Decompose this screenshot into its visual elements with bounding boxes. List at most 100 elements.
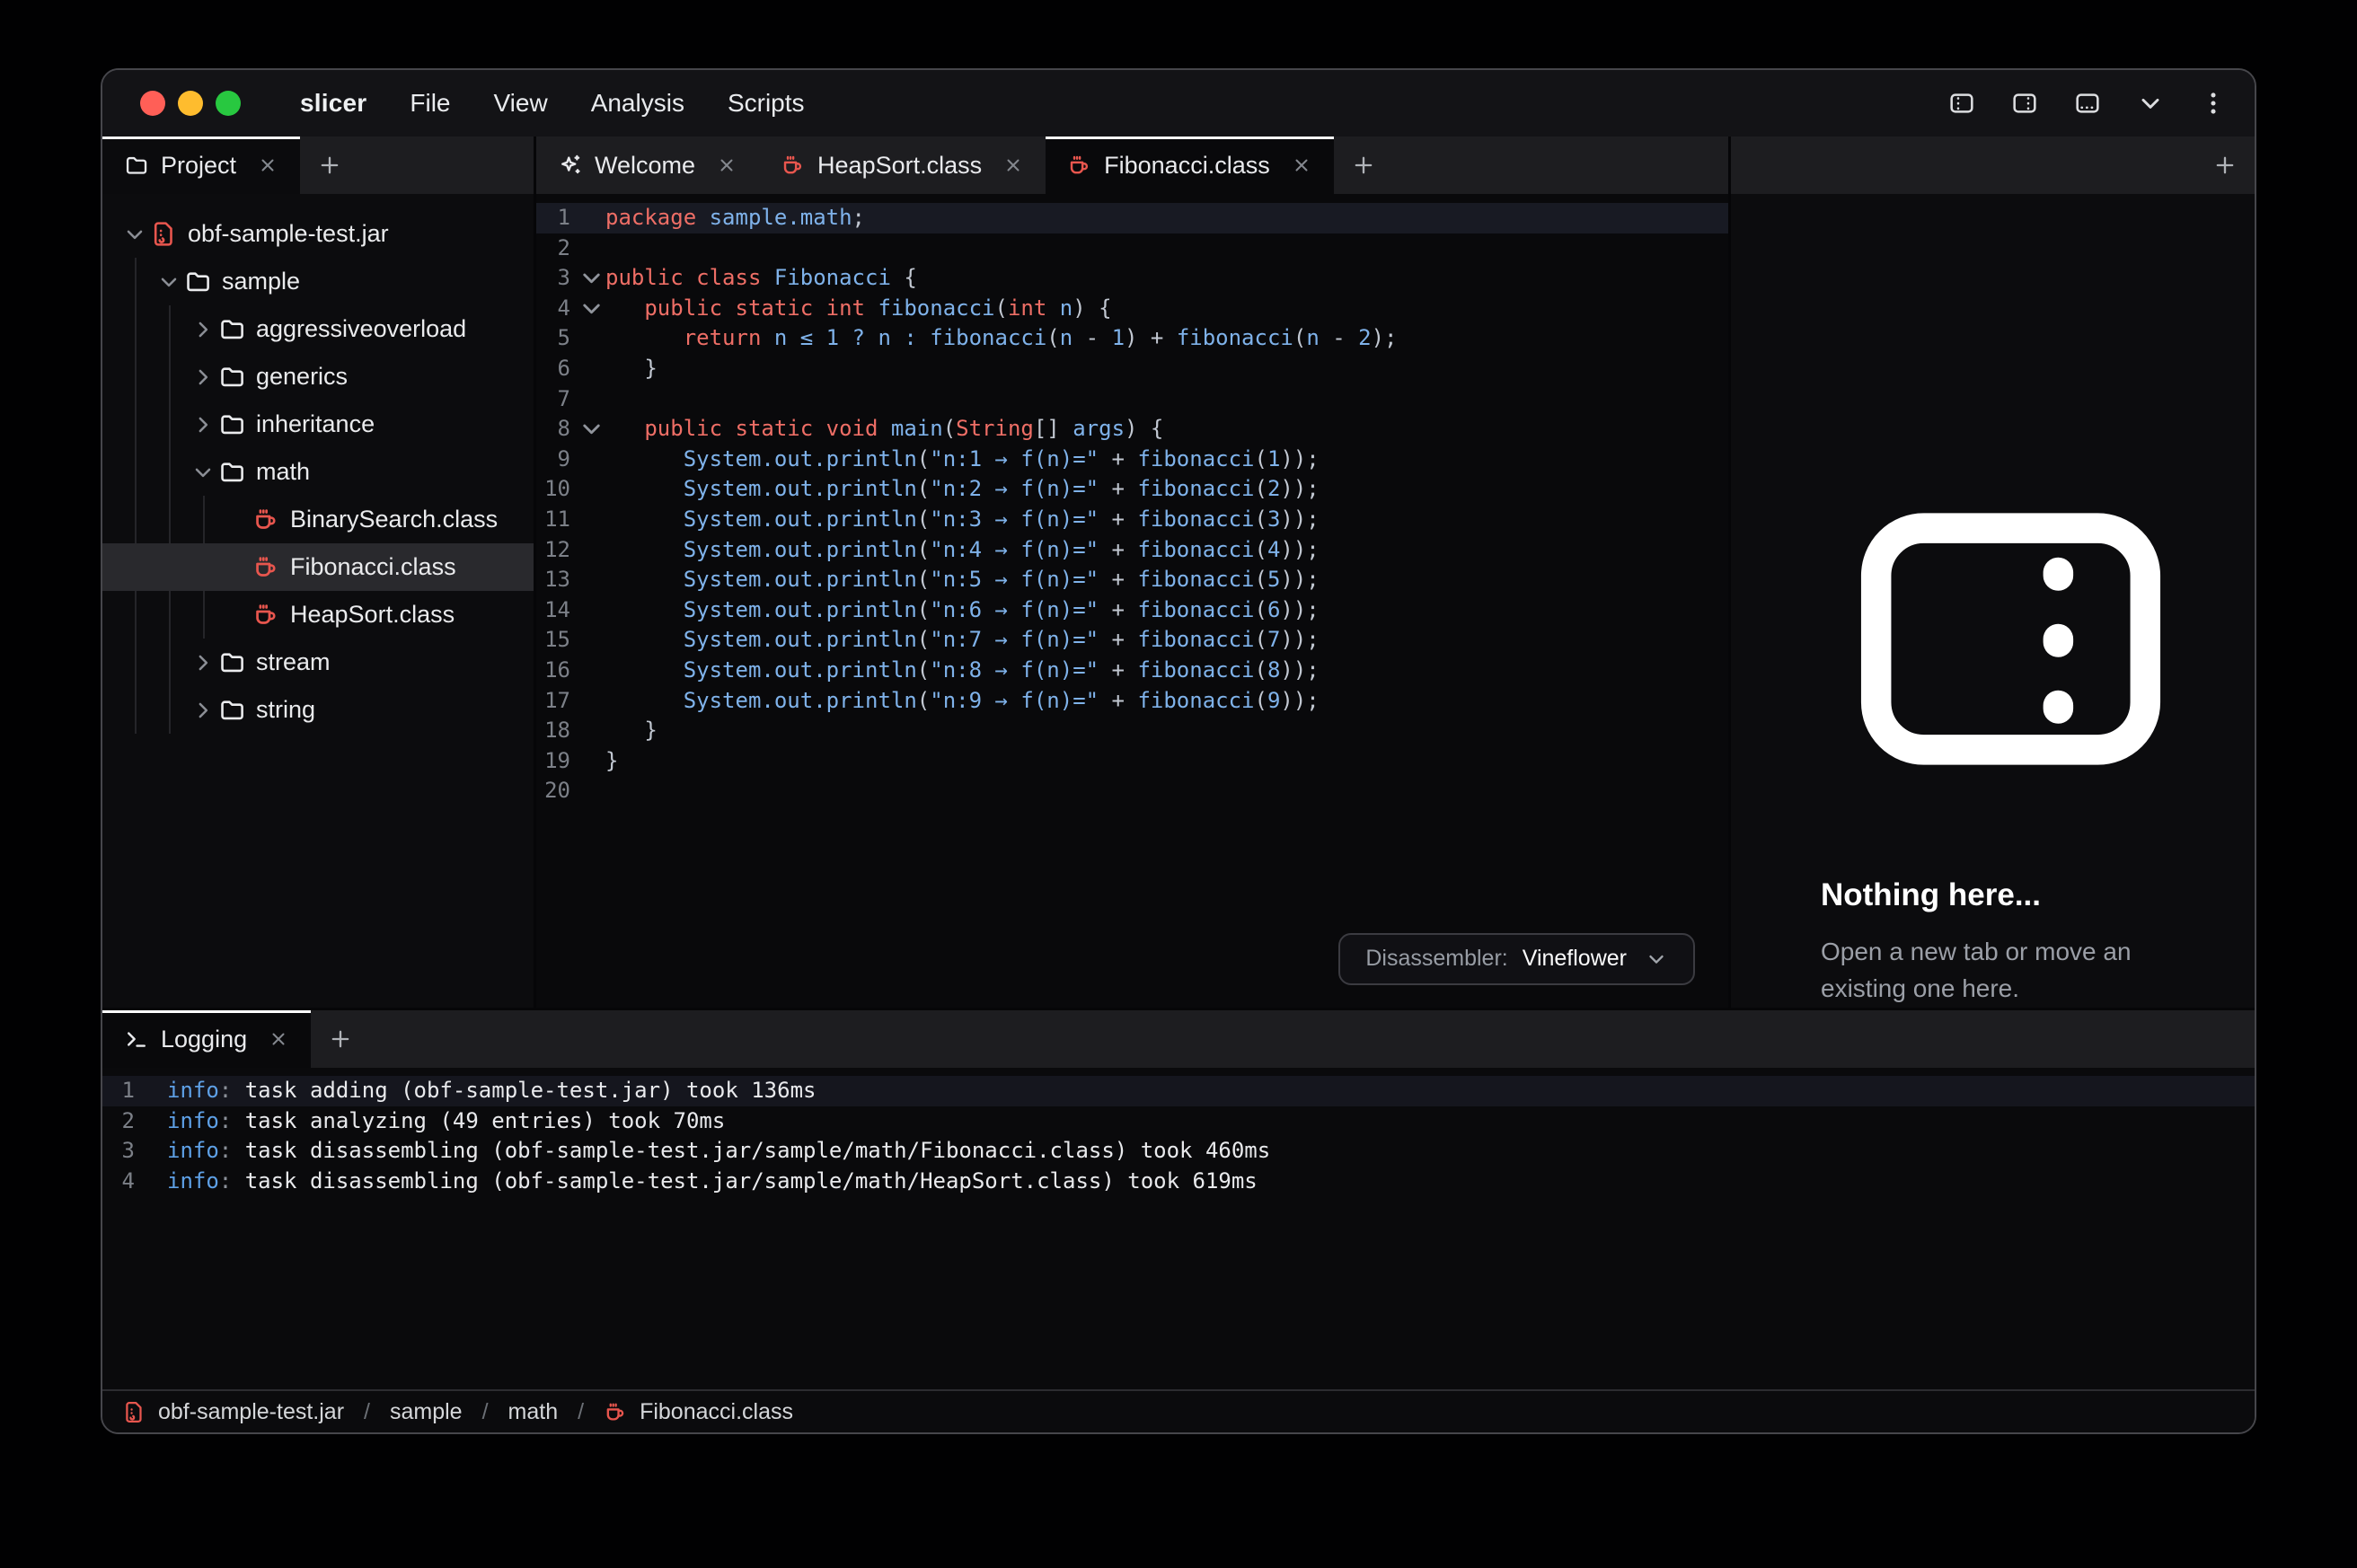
tree-item-label: aggressiveoverload [256, 315, 466, 343]
tab-logging[interactable]: Logging [102, 1010, 311, 1068]
new-tab-button[interactable] [1334, 137, 1393, 194]
breadcrumb-item-math[interactable]: math [508, 1399, 559, 1425]
code-token: + [1099, 627, 1137, 652]
plus-icon [317, 153, 342, 178]
tree-item-stream[interactable]: stream [102, 639, 534, 686]
panel-right-icon[interactable] [2010, 89, 2039, 118]
code-line: 14 System.out.println("n:6 → f(n)=" + fi… [536, 595, 1728, 626]
tree-item-heapsort-class[interactable]: HeapSort.class [102, 591, 534, 639]
close-icon[interactable] [257, 154, 278, 176]
log-output: 1info: task adding (obf-sample-test.jar)… [102, 1068, 2255, 1389]
close-icon[interactable] [1291, 154, 1312, 176]
line-number: 2 [536, 233, 570, 264]
menu-scripts[interactable]: Scripts [728, 89, 805, 118]
line-number: 4 [536, 294, 570, 324]
panel-bottom-icon[interactable] [2073, 89, 2102, 118]
close-icon[interactable] [268, 1028, 289, 1050]
chevron-right-icon[interactable] [190, 650, 216, 675]
breadcrumb-label: Fibonacci.class [640, 1399, 793, 1425]
code-token: String [956, 416, 1034, 441]
code-token [605, 446, 684, 471]
tree-item-inheritance[interactable]: inheritance [102, 401, 534, 448]
tree-item-math[interactable]: math [102, 448, 534, 496]
log-separator: : [219, 1106, 245, 1137]
breadcrumb: obf-sample-test.jar/sample/math/Fibonacc… [102, 1389, 2255, 1432]
tab-label: Logging [161, 1026, 247, 1053]
code-text: System.out.println("n:8 → f(n)=" + fibon… [605, 656, 1320, 686]
disassembler-select[interactable]: Disassembler: Vineflower [1338, 933, 1695, 985]
fold-chevron-icon[interactable] [570, 263, 605, 294]
tab-fibonacci-class[interactable]: Fibonacci.class [1046, 137, 1334, 194]
log-message: task adding (obf-sample-test.jar) took 1… [245, 1076, 817, 1106]
breadcrumb-item-sample[interactable]: sample [390, 1399, 463, 1425]
chevron-down-icon[interactable] [190, 460, 216, 485]
fold-spacer [570, 625, 605, 656]
tree-item-fibonacci-class[interactable]: Fibonacci.class [102, 543, 534, 591]
tree-item-obf-sample-test-jar[interactable]: obf-sample-test.jar [102, 210, 534, 258]
code-token [605, 627, 684, 652]
fold-chevron-icon[interactable] [570, 414, 605, 445]
chevron-right-icon[interactable] [190, 412, 216, 437]
tab-project[interactable]: Project [102, 137, 300, 194]
close-window-button[interactable] [140, 91, 165, 116]
chevron-down-icon[interactable] [2136, 89, 2165, 118]
code-token: ( [917, 657, 930, 683]
chevron-right-icon[interactable] [190, 365, 216, 390]
new-tab-button[interactable] [2195, 137, 2255, 194]
tree-item-string[interactable]: string [102, 686, 534, 734]
tree-item-generics[interactable]: generics [102, 353, 534, 401]
chevron-down-icon[interactable] [122, 222, 147, 247]
app-name[interactable]: slicer [300, 89, 366, 118]
new-tab-button[interactable] [311, 1010, 370, 1068]
close-icon[interactable] [716, 154, 737, 176]
titlebar-actions [1947, 89, 2255, 118]
code-token: fibonacci [1137, 476, 1254, 501]
minimize-window-button[interactable] [178, 91, 203, 116]
code-token: ( [943, 416, 956, 441]
tab-heapsort-class[interactable]: HeapSort.class [759, 137, 1046, 194]
code-text: System.out.println("n:6 → f(n)=" + fibon… [605, 595, 1320, 626]
kebab-menu-icon[interactable] [2199, 89, 2228, 118]
code-token: fibonacci [1177, 325, 1293, 350]
breadcrumb-item-fibonacci-class[interactable]: Fibonacci.class [604, 1399, 793, 1425]
code-line: 8 public static void main(String[] args)… [536, 414, 1728, 445]
code-token: ( [1255, 476, 1267, 501]
log-level: info [167, 1136, 219, 1167]
code-token: fibonacci [1137, 537, 1254, 562]
code-line: 15 System.out.println("n:7 → f(n)=" + fi… [536, 625, 1728, 656]
chevron-down-icon[interactable] [156, 269, 181, 295]
code-text: } [605, 716, 658, 746]
tab-welcome[interactable]: Welcome [536, 137, 759, 194]
tree-item-label: generics [256, 363, 348, 391]
line-number: 19 [536, 746, 570, 777]
menu-file[interactable]: File [410, 89, 450, 118]
tree-item-aggressiveoverload[interactable]: aggressiveoverload [102, 305, 534, 353]
code-text: System.out.println("n:9 → f(n)=" + fibon… [605, 686, 1320, 717]
new-tab-button[interactable] [300, 137, 359, 194]
breadcrumb-separator: / [364, 1399, 370, 1425]
code-token: fibonacci [1137, 627, 1254, 652]
menu-analysis[interactable]: Analysis [591, 89, 684, 118]
code-token: ( [1255, 446, 1267, 471]
chevron-right-icon[interactable] [190, 698, 216, 723]
folder-icon [218, 648, 246, 676]
fold-chevron-icon[interactable] [570, 294, 605, 324]
code-token: )); [1280, 627, 1319, 652]
breadcrumb-item-obf-sample-test-jar[interactable]: obf-sample-test.jar [122, 1399, 344, 1425]
close-icon[interactable] [1002, 154, 1024, 176]
menu-view[interactable]: View [494, 89, 548, 118]
panel-left-icon[interactable] [1947, 89, 1976, 118]
tree-item-sample[interactable]: sample [102, 258, 534, 305]
code-token: public static int [644, 295, 878, 321]
code-line: 1package sample.math; [536, 203, 1728, 233]
code-line: 6 } [536, 354, 1728, 384]
code-token: fibonacci [1137, 597, 1254, 622]
tree-item-binarysearch-class[interactable]: BinarySearch.class [102, 496, 534, 543]
code-line: 19} [536, 746, 1728, 777]
code-token: [] [1034, 416, 1073, 441]
tab-label: Welcome [595, 152, 695, 180]
code-token: int [1008, 295, 1046, 321]
chevron-right-icon[interactable] [190, 317, 216, 342]
fold-spacer [570, 323, 605, 354]
zoom-window-button[interactable] [216, 91, 241, 116]
